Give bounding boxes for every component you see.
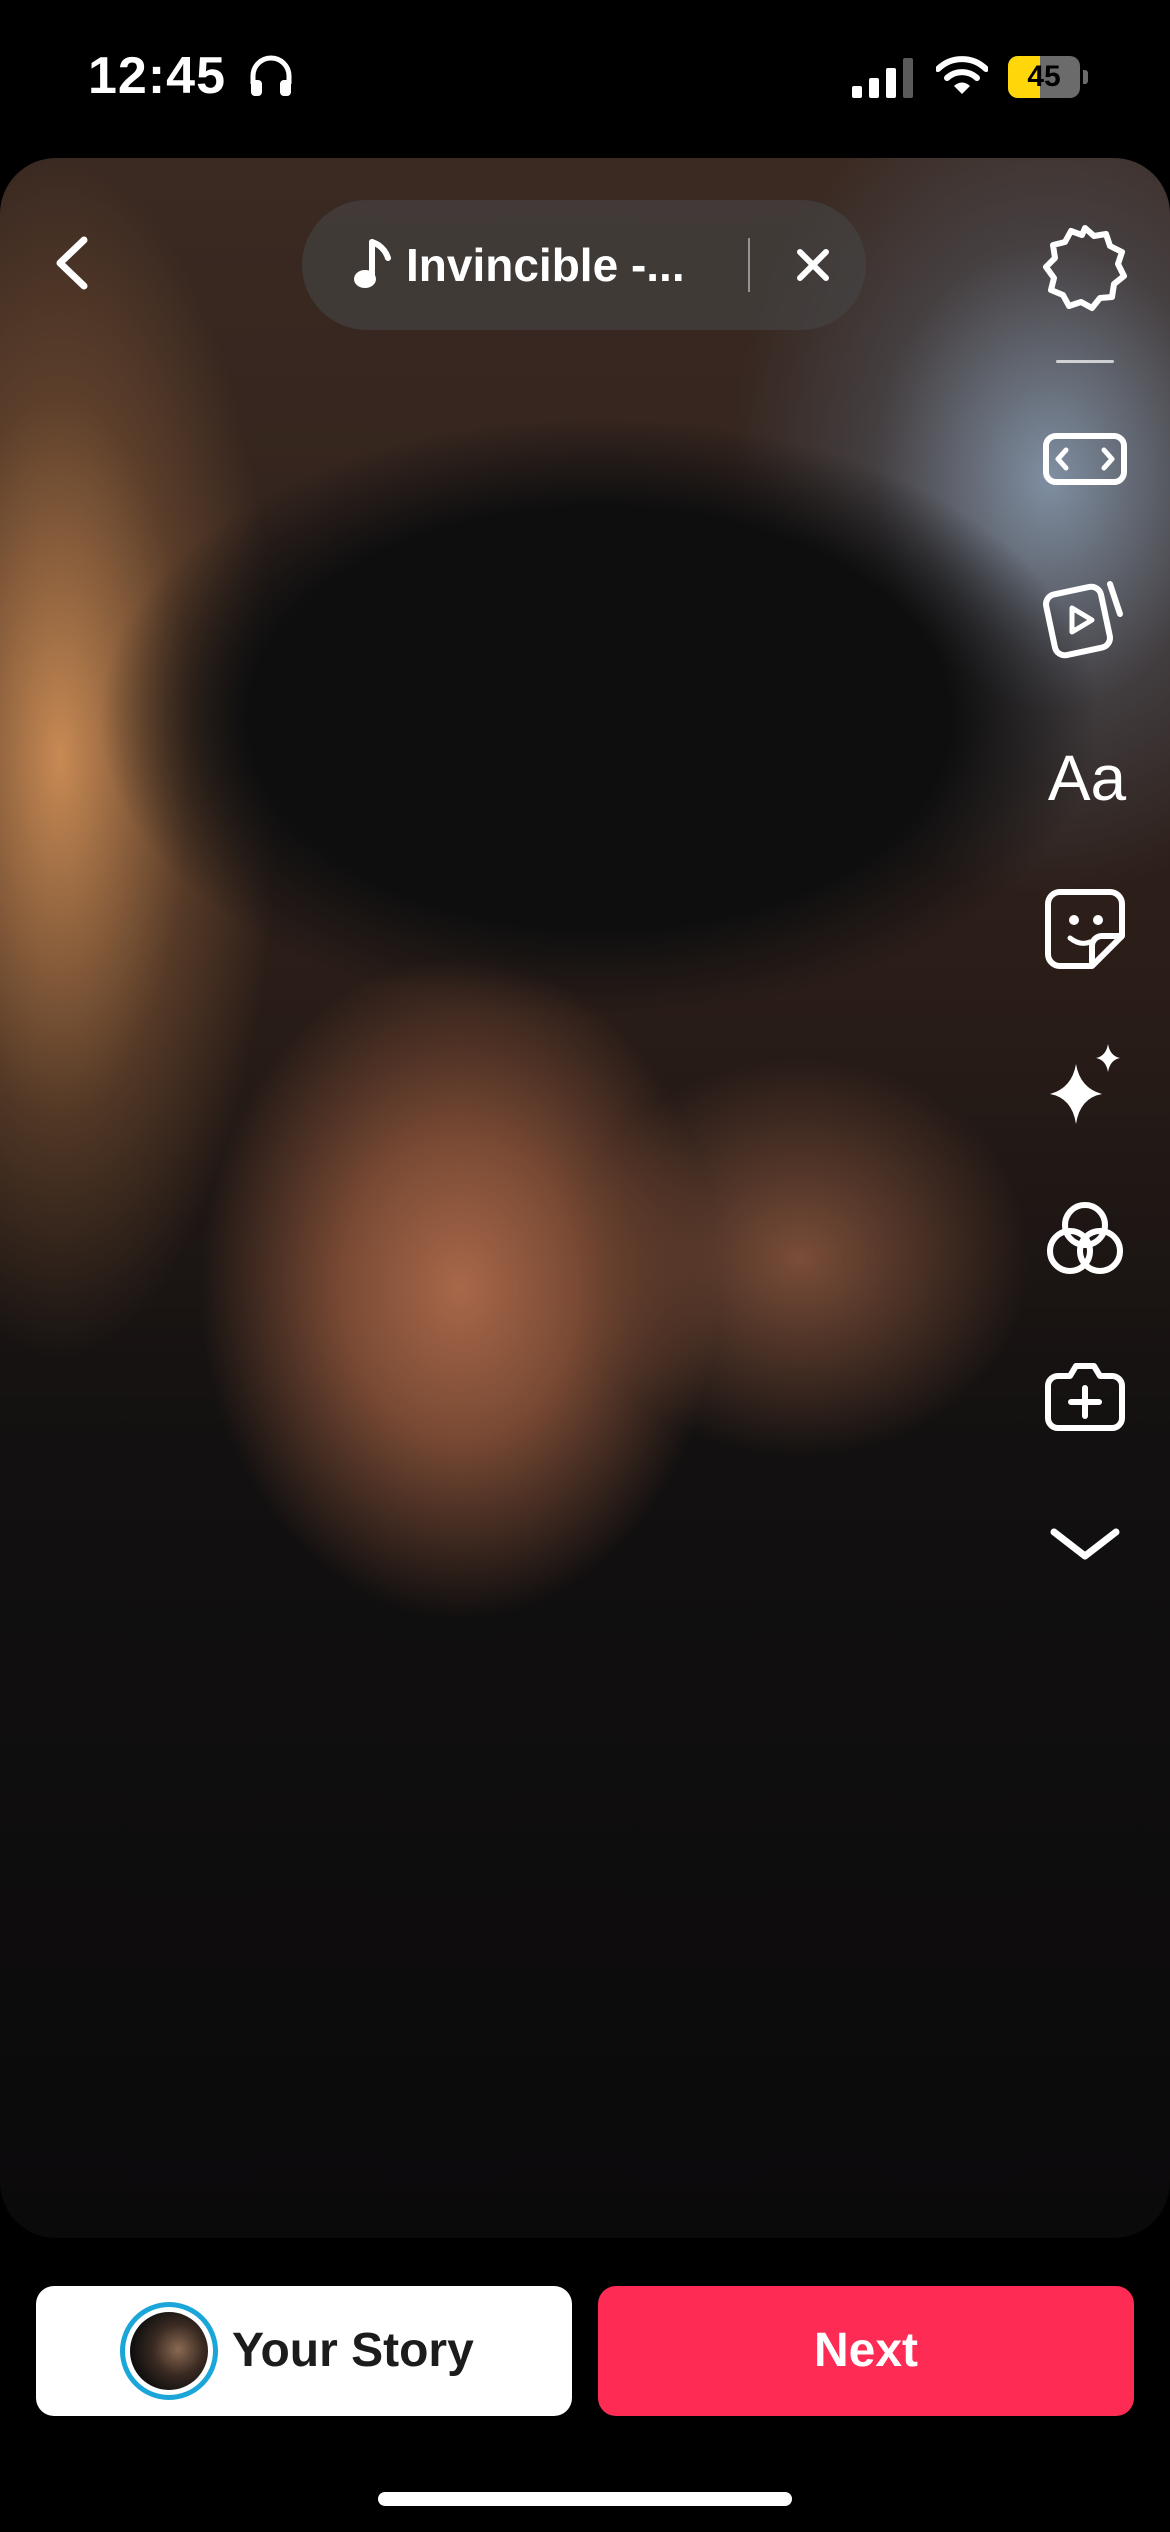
- status-time: 12:45: [88, 47, 226, 105]
- toolbar-separator: [1056, 360, 1114, 363]
- chevron-left-icon: [56, 236, 88, 290]
- battery-level: 45: [1027, 60, 1061, 93]
- your-story-button[interactable]: Your Story: [36, 2286, 572, 2416]
- status-bar: 12:45 45: [0, 0, 1170, 150]
- back-button[interactable]: [44, 228, 104, 298]
- your-story-label: Your Story: [232, 2324, 474, 2377]
- filters-icon[interactable]: [1040, 1194, 1130, 1284]
- wifi-icon: [936, 56, 988, 96]
- close-icon: [797, 249, 829, 281]
- next-label: Next: [813, 2324, 919, 2377]
- sound-title: Invincible -...: [406, 239, 685, 291]
- avatar: [120, 2302, 218, 2400]
- settings-icon[interactable]: [1040, 222, 1130, 312]
- headphones-icon: [248, 54, 294, 98]
- aspect-ratio-icon[interactable]: [1040, 414, 1130, 504]
- add-clip-icon[interactable]: [1040, 1350, 1130, 1440]
- music-note-icon: [352, 238, 392, 292]
- video-preview[interactable]: Invincible -... Aa: [0, 158, 1170, 2238]
- effects-icon[interactable]: [1040, 1038, 1130, 1128]
- video-templates-icon[interactable]: [1040, 570, 1130, 660]
- sound-pill[interactable]: Invincible -...: [302, 200, 866, 330]
- text-icon[interactable]: Aa: [1040, 728, 1134, 828]
- next-button[interactable]: Next: [598, 2286, 1134, 2416]
- home-indicator[interactable]: [378, 2492, 792, 2506]
- remove-sound-button[interactable]: [788, 240, 838, 290]
- sticker-icon[interactable]: [1040, 884, 1130, 974]
- battery-icon: 45: [1008, 56, 1088, 98]
- bottom-bar: Your Story Next: [0, 2260, 1170, 2440]
- divider: [748, 238, 750, 292]
- cellular-signal-icon: [852, 58, 916, 98]
- chevron-down-icon[interactable]: [1040, 1498, 1130, 1588]
